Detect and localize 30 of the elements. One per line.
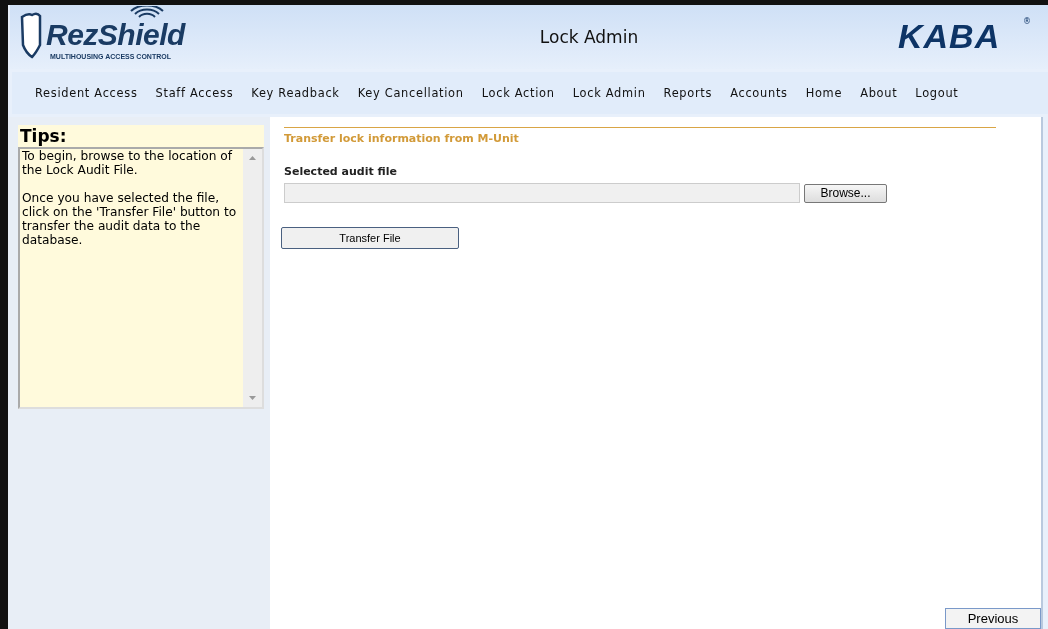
nav-link[interactable]: Staff Access — [146, 86, 243, 100]
transfer-file-button[interactable]: Transfer File — [281, 227, 459, 249]
tips-title: Tips: — [19, 125, 68, 147]
nav-link[interactable]: Key Cancellation — [348, 86, 473, 100]
nav-link[interactable]: Resident Access — [26, 86, 147, 100]
brand-logo: KABA — [898, 17, 1001, 56]
tip-paragraph: To begin, browse to the location of the Lock Audit File. — [22, 149, 234, 177]
scroll-down-icon[interactable] — [248, 395, 257, 401]
previous-button[interactable]: Previous — [945, 608, 1041, 629]
nav-link[interactable]: Lock Action — [472, 86, 564, 100]
page-title: Lock Admin — [538, 27, 640, 47]
section-title: Transfer lock information from M-Unit — [284, 127, 996, 145]
nav-link[interactable]: Logout — [906, 86, 968, 100]
logo-wordmark: RezShield — [46, 19, 185, 51]
scrollbar[interactable] — [243, 149, 262, 407]
nav-link[interactable]: Home — [796, 86, 852, 100]
registered-mark: ® — [1023, 17, 1031, 26]
shield-icon — [20, 11, 42, 59]
field-label: Selected audit file — [284, 165, 398, 178]
scroll-up-icon[interactable] — [248, 155, 257, 161]
nav-link[interactable]: Reports — [654, 86, 722, 100]
nav-link[interactable]: Lock Admin — [563, 86, 655, 100]
nav-link[interactable]: About — [851, 86, 907, 100]
wifi-icon — [130, 6, 164, 18]
browse-button[interactable]: Browse... — [804, 183, 887, 203]
nav-link[interactable]: Accounts — [721, 86, 797, 100]
file-path-field[interactable] — [284, 183, 800, 203]
nav-link[interactable]: Key Readback — [242, 86, 349, 100]
tips-text-area[interactable]: To begin, browse to the location of the Lock Audit File. Once you have selected the file, click on the 'Transfer File' button to transfer the audit data to the database. — [18, 147, 264, 409]
tip-paragraph: Once you have selected the file, click on the 'Transfer File' button to transfer the audit data to the database. — [22, 191, 238, 247]
